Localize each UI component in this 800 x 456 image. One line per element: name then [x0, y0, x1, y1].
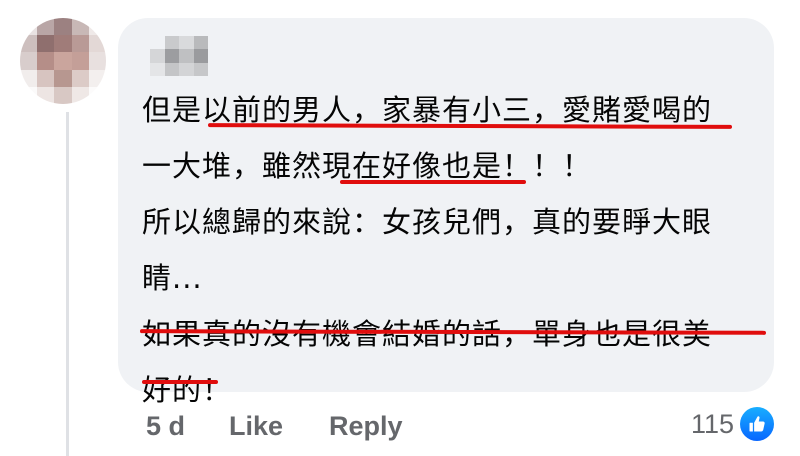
annotation-underline: [340, 180, 526, 184]
reaction-count: 115: [690, 408, 734, 439]
like-button[interactable]: Like: [229, 411, 283, 442]
thread-line: [66, 112, 69, 456]
timestamp[interactable]: 5 d: [146, 411, 185, 442]
comment-line: 所以總歸的來說：女孩兒們，真的要睜大眼: [142, 205, 713, 239]
thumbs-up-icon: [740, 407, 774, 441]
annotation-underline: [142, 380, 218, 384]
reply-button[interactable]: Reply: [329, 411, 403, 442]
avatar[interactable]: [20, 18, 106, 104]
comment-line: 一大堆，雖然現在好像也是！！！: [142, 149, 593, 183]
comment-line: 但是以前的男人，家暴有小三，愛賭愛喝的: [142, 93, 713, 127]
comment-text: 但是以前的男人，家暴有小三，愛賭愛喝的 一大堆，雖然現在好像也是！！！ 所以總歸…: [142, 82, 770, 418]
comment-actions: 5 d Like Reply: [146, 406, 403, 446]
comment-line: 睛...: [142, 261, 203, 295]
commenter-name[interactable]: [150, 36, 208, 76]
reactions-summary[interactable]: 115: [691, 404, 774, 444]
